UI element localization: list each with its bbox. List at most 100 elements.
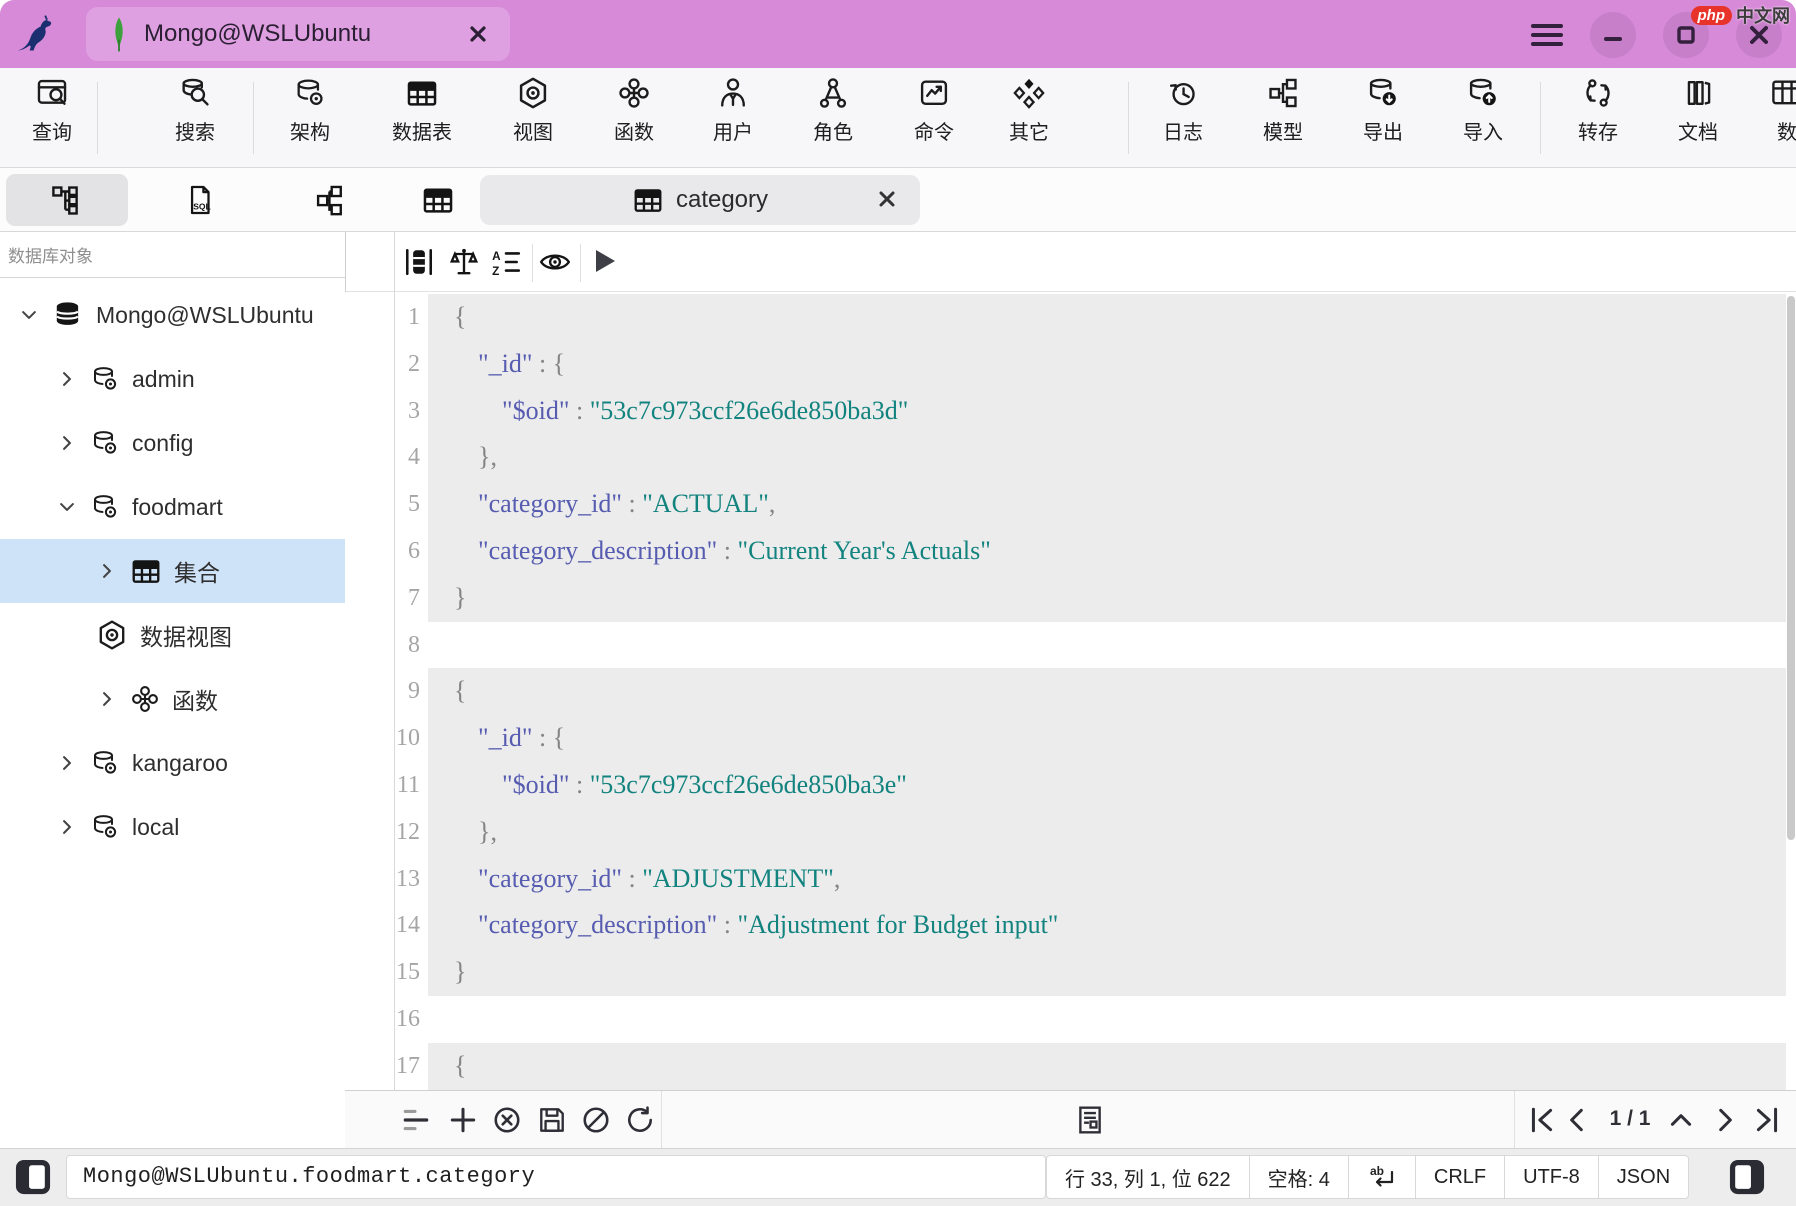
tree-item-collections[interactable]: 集合 xyxy=(0,539,345,603)
editor-line[interactable]: 4}, xyxy=(345,434,1796,481)
last-page-button[interactable] xyxy=(1752,1105,1782,1135)
code-line[interactable]: "_id" : { xyxy=(428,715,1786,762)
editor-line[interactable]: 3"$oid" : "53c7c973ccf26e6de850ba3d" xyxy=(345,388,1796,435)
chevron-right-icon[interactable] xyxy=(56,432,78,454)
toolbar-document-button[interactable]: 文档 xyxy=(1648,76,1748,160)
connection-tab[interactable]: Mongo@WSLUbuntu xyxy=(86,7,510,61)
chevron-down-icon[interactable] xyxy=(18,304,40,326)
editor-line[interactable]: 11"$oid" : "53c7c973ccf26e6de850ba3e" xyxy=(345,762,1796,809)
code-line[interactable]: "$oid" : "53c7c973ccf26e6de850ba3d" xyxy=(428,388,1786,435)
encoding[interactable]: UTF-8 xyxy=(1504,1156,1598,1198)
chevron-right-icon[interactable] xyxy=(96,688,118,710)
toolbar-other-button[interactable]: 其它 xyxy=(979,76,1079,160)
delete-record-button[interactable] xyxy=(492,1105,522,1135)
main-menu-button[interactable] xyxy=(1524,12,1570,58)
toolbar-import-button[interactable]: 导入 xyxy=(1433,76,1533,160)
run-button[interactable] xyxy=(590,246,620,276)
tree-item-kangaroo[interactable]: kangaroo xyxy=(0,731,345,795)
connection-tab-close-icon[interactable] xyxy=(468,24,488,44)
editor-line[interactable]: 13"category_id" : "ADJUSTMENT", xyxy=(345,856,1796,903)
prev-page-button[interactable] xyxy=(1562,1105,1592,1135)
editor-line[interactable]: 5"category_id" : "ACTUAL", xyxy=(345,481,1796,528)
toolbar-search-button[interactable]: 搜索 xyxy=(145,76,245,160)
refresh-button[interactable] xyxy=(625,1105,655,1135)
chevron-right-icon[interactable] xyxy=(56,368,78,390)
form-view-button[interactable] xyxy=(1075,1105,1105,1135)
editor-line[interactable]: 7} xyxy=(345,575,1796,622)
sql-editor-button[interactable]: SQL xyxy=(156,174,244,226)
line-ending[interactable]: CRLF xyxy=(1415,1156,1504,1198)
tree-item-admin[interactable]: admin xyxy=(0,347,345,411)
chevron-right-icon[interactable] xyxy=(56,752,78,774)
code-line[interactable] xyxy=(428,622,1786,669)
indent-setting[interactable]: 空格: 4 xyxy=(1249,1156,1348,1198)
editor-line[interactable]: 16 xyxy=(345,996,1796,1043)
editor-line[interactable]: 6"category_description" : "Current Year'… xyxy=(345,528,1796,575)
toggle-right-panel-button[interactable] xyxy=(1726,1156,1768,1198)
next-page-button[interactable] xyxy=(1710,1105,1740,1135)
sort-button[interactable]: AZ xyxy=(490,246,522,278)
toolbar-model-button[interactable]: 模型 xyxy=(1233,76,1333,160)
vertical-scrollbar[interactable] xyxy=(1787,296,1795,840)
editor-line[interactable]: 2"_id" : { xyxy=(345,341,1796,388)
code-line[interactable]: } xyxy=(428,949,1786,996)
chevron-right-icon[interactable] xyxy=(56,816,78,838)
code-line[interactable]: { xyxy=(428,294,1786,341)
toolbar-role-button[interactable]: 角色 xyxy=(783,76,883,160)
word-wrap-toggle[interactable]: ab xyxy=(1348,1156,1415,1198)
syntax-mode[interactable]: JSON xyxy=(1598,1156,1688,1198)
save-record-button[interactable] xyxy=(537,1105,567,1135)
tab-category[interactable]: category xyxy=(480,175,920,225)
tree-item-config[interactable]: config xyxy=(0,411,345,475)
tree-item-functions[interactable]: 函数 xyxy=(0,667,345,731)
code-line[interactable]: }, xyxy=(428,809,1786,856)
code-line[interactable] xyxy=(428,996,1786,1043)
editor-line[interactable]: 12}, xyxy=(345,809,1796,856)
open-object-icon-button[interactable] xyxy=(408,174,468,226)
editor-line[interactable]: 10"_id" : { xyxy=(345,715,1796,762)
editor-line[interactable]: 15} xyxy=(345,949,1796,996)
toolbar-table-button[interactable]: 数据表 xyxy=(372,76,472,160)
editor-line[interactable]: 8 xyxy=(345,622,1796,669)
tab-close-icon[interactable] xyxy=(876,188,898,210)
toolbar-export-button[interactable]: 导出 xyxy=(1333,76,1433,160)
code-line[interactable]: "$oid" : "53c7c973ccf26e6de850ba3e" xyxy=(428,762,1786,809)
toolbar-user-button[interactable]: 用户 xyxy=(683,76,783,160)
first-page-button[interactable] xyxy=(1527,1105,1557,1135)
tree-item-data-views[interactable]: 数据视图 xyxy=(0,603,345,667)
code-line[interactable]: "category_id" : "ACTUAL", xyxy=(428,481,1786,528)
tree-item-local[interactable]: local xyxy=(0,795,345,859)
toolbar-partial-button[interactable]: 数 xyxy=(1742,76,1796,160)
minimize-button[interactable] xyxy=(1590,12,1636,58)
json-editor[interactable]: 1{2"_id" : {3"$oid" : "53c7c973ccf26e6de… xyxy=(345,292,1796,1090)
toolbar-log-button[interactable]: 日志 xyxy=(1133,76,1233,160)
toolbar-view-button[interactable]: 视图 xyxy=(483,76,583,160)
chevron-down-icon[interactable] xyxy=(56,496,78,518)
code-line[interactable]: { xyxy=(428,1043,1786,1090)
code-line[interactable]: }, xyxy=(428,434,1786,481)
projection-button[interactable] xyxy=(538,247,572,277)
toolbar-query-button[interactable]: 查询 xyxy=(10,76,94,160)
editor-line[interactable]: 9{ xyxy=(345,668,1796,715)
toolbar-function-button[interactable]: 函数 xyxy=(584,76,684,160)
toolbar-dump-button[interactable]: 转存 xyxy=(1548,76,1648,160)
objects-view-button[interactable] xyxy=(6,174,128,226)
chevron-right-icon[interactable] xyxy=(96,560,118,582)
grid-view-button[interactable] xyxy=(403,246,435,278)
aggregate-button[interactable] xyxy=(448,246,480,278)
tree-item-foodmart[interactable]: foodmart xyxy=(0,475,345,539)
editor-line[interactable]: 14"category_description" : "Adjustment f… xyxy=(345,902,1796,949)
code-line[interactable]: "category_description" : "Adjustment for… xyxy=(428,902,1786,949)
toggle-left-panel-button[interactable] xyxy=(12,1156,54,1198)
code-line[interactable]: "category_description" : "Current Year's… xyxy=(428,528,1786,575)
format-button[interactable] xyxy=(401,1105,431,1135)
code-line[interactable]: "category_id" : "ADJUSTMENT", xyxy=(428,856,1786,903)
editor-line[interactable]: 1{ xyxy=(345,294,1796,341)
code-line[interactable]: "_id" : { xyxy=(428,341,1786,388)
page-up-button[interactable] xyxy=(1666,1105,1696,1135)
editor-line[interactable]: 17{ xyxy=(345,1043,1796,1090)
toolbar-command-button[interactable]: 命令 xyxy=(884,76,984,160)
diagram-view-button[interactable] xyxy=(286,174,374,226)
code-line[interactable]: { xyxy=(428,668,1786,715)
discard-button[interactable] xyxy=(581,1105,611,1135)
